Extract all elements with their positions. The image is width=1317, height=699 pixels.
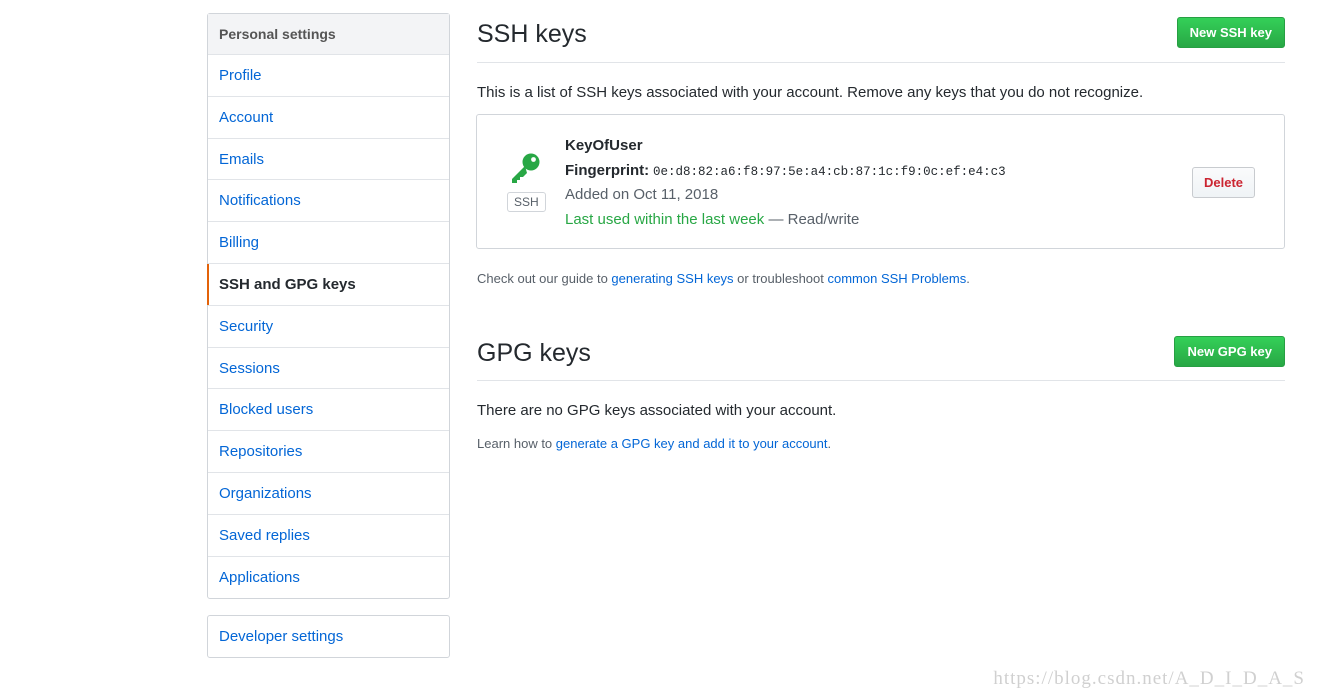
no-gpg-keys-message: There are no GPG keys associated with yo… (477, 402, 837, 419)
gpg-learn-text: Learn how to generate a GPG key and add … (477, 436, 831, 451)
fingerprint-value: 0e:d8:82:a6:f8:97:5e:a4:cb:87:1c:f9:0c:e… (653, 165, 1006, 179)
sidebar-item-developer-settings[interactable]: Developer settings (208, 616, 449, 657)
delete-key-button[interactable]: Delete (1192, 167, 1255, 198)
sidebar-item-notifications[interactable]: Notifications (208, 180, 449, 223)
access-level: — Read/write (768, 211, 860, 228)
last-used-text: Last used within the last week (565, 211, 765, 228)
key-name: KeyOfUser (565, 137, 643, 154)
sidebar-item-security[interactable]: Security (208, 306, 449, 348)
gpg-keys-header: GPG keys New GPG key (477, 335, 1285, 381)
ssh-keys-intro: This is a list of SSH keys associated wi… (477, 84, 1144, 101)
new-gpg-key-button[interactable]: New GPG key (1174, 336, 1285, 367)
sidebar-item-emails[interactable]: Emails (208, 139, 449, 181)
key-fingerprint-row: Fingerprint: 0e:d8:82:a6:f8:97:5e:a4:cb:… (565, 162, 1006, 179)
guide-middle: or troubleshoot (733, 271, 828, 286)
ssh-guide-text: Check out our guide to generating SSH ke… (477, 271, 970, 286)
key-last-used: Last used within the last week — Read/wr… (565, 211, 859, 228)
key-icon (512, 153, 540, 183)
sidebar-item-profile[interactable]: Profile (208, 55, 449, 97)
sidebar-item-repositories[interactable]: Repositories (208, 431, 449, 473)
guide-suffix: . (966, 271, 970, 286)
sidebar-item-sessions[interactable]: Sessions (208, 348, 449, 390)
ssh-keys-header: SSH keys New SSH key (477, 17, 1285, 63)
sidebar-item-organizations[interactable]: Organizations (208, 473, 449, 515)
settings-sidebar: Personal settings Profile Account Emails… (207, 13, 450, 600)
fingerprint-label: Fingerprint: (565, 162, 650, 179)
sidebar-item-saved-replies[interactable]: Saved replies (208, 515, 449, 557)
sidebar-item-applications[interactable]: Applications (208, 557, 449, 599)
generate-gpg-key-link[interactable]: generate a GPG key and add it to your ac… (556, 436, 828, 451)
guide-prefix: Check out our guide to (477, 271, 612, 286)
generating-ssh-keys-link[interactable]: generating SSH keys (611, 271, 733, 286)
new-ssh-key-button[interactable]: New SSH key (1176, 17, 1285, 48)
sidebar-item-billing[interactable]: Billing (208, 222, 449, 264)
key-added-date: Added on Oct 11, 2018 (565, 186, 719, 203)
watermark: https://blog.csdn.net/A_D_I_D_A_S (993, 668, 1305, 689)
developer-settings-menu: Developer settings (207, 615, 450, 658)
ssh-keys-title: SSH keys (477, 20, 587, 48)
learn-prefix: Learn how to (477, 436, 556, 451)
common-ssh-problems-link[interactable]: common SSH Problems (828, 271, 967, 286)
ssh-badge: SSH (507, 192, 546, 212)
sidebar-heading: Personal settings (208, 14, 449, 55)
sidebar-item-ssh-gpg-keys[interactable]: SSH and GPG keys (207, 263, 449, 306)
gpg-keys-title: GPG keys (477, 339, 591, 367)
sidebar-item-blocked-users[interactable]: Blocked users (208, 389, 449, 432)
ssh-key-item: SSH KeyOfUser Fingerprint: 0e:d8:82:a6:f… (476, 114, 1285, 249)
learn-suffix: . (827, 436, 832, 451)
sidebar-item-account[interactable]: Account (208, 97, 449, 139)
